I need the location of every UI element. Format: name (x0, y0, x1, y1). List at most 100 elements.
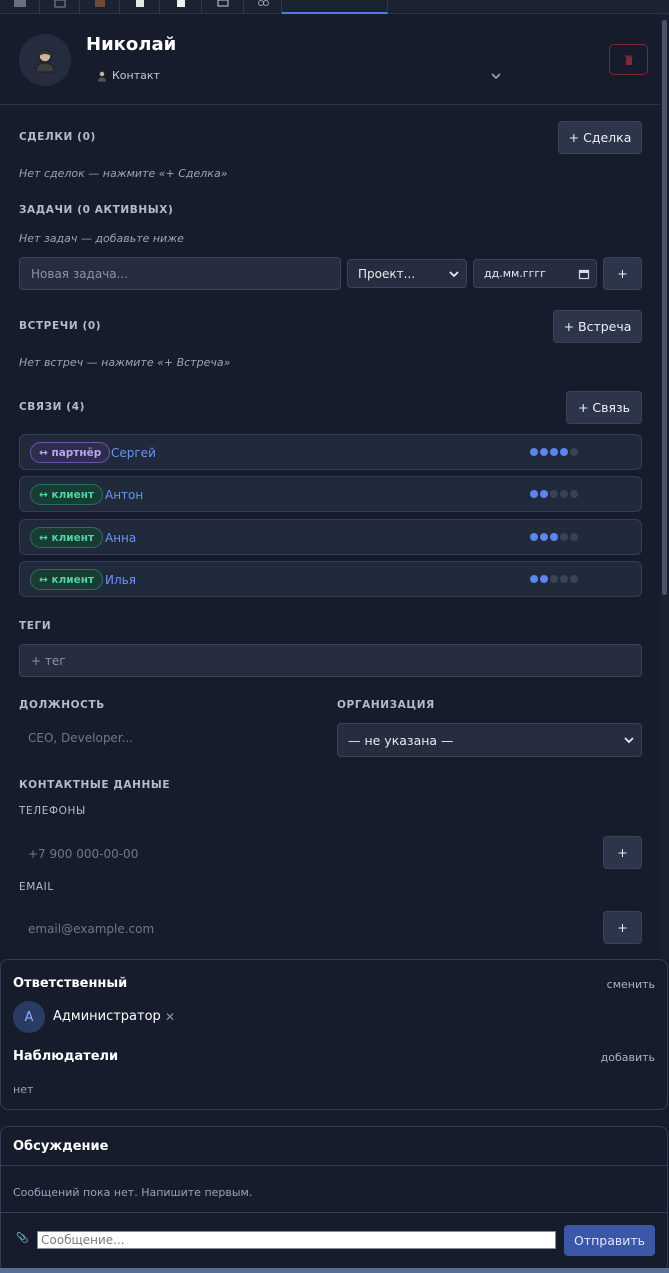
add-phone-button[interactable]: + (603, 836, 642, 869)
link-row-0[interactable]: ↔ партнёр Сергей (19, 434, 642, 470)
tab-6[interactable] (202, 0, 244, 14)
tasks-empty-hint: Нет задач — добавьте ниже (19, 232, 184, 245)
watchers-empty: нет (13, 1083, 34, 1096)
link-row-2[interactable]: ↔ клиент Анна (19, 519, 642, 555)
watchers-title: Наблюдатели (13, 1049, 119, 1064)
link-type-badge: ↔ клиент (30, 527, 104, 548)
strength-dot (560, 448, 568, 456)
position-input[interactable]: CEO, Developer... (28, 731, 133, 745)
chevron-down-icon (449, 271, 459, 278)
link-person-name[interactable]: Анна (105, 531, 136, 545)
discussion-empty: Сообщений пока нет. Напишите первым. (13, 1186, 253, 1199)
deals-label: СДЕЛКИ (0) (19, 131, 96, 143)
send-button[interactable]: Отправить (564, 1225, 655, 1256)
organization-value: — не указана — (348, 732, 454, 748)
note-icon (176, 0, 185, 7)
organization-select[interactable]: — не указана — (337, 723, 642, 757)
trash-icon (624, 55, 633, 65)
bottom-edge (0, 1268, 669, 1273)
link-strength (530, 575, 578, 583)
strength-dot (570, 490, 578, 498)
link-type-badge: ↔ клиент (30, 484, 104, 505)
add-task-button[interactable]: + (603, 257, 642, 290)
contact-type-label: Контакт (112, 69, 160, 82)
link-strength (530, 533, 578, 541)
change-responsible-link[interactable]: сменить (607, 978, 655, 991)
link-person-name[interactable]: Илья (105, 573, 136, 587)
new-task-input[interactable]: Новая задача... (19, 257, 341, 290)
briefcase-icon (94, 0, 105, 7)
divider (1, 1165, 667, 1166)
strength-dot (570, 533, 578, 541)
link-strength (530, 490, 578, 498)
strength-dot (530, 490, 538, 498)
tab-7[interactable] (244, 0, 282, 14)
top-tab-strip (0, 0, 669, 14)
add-email-button[interactable]: + (603, 911, 642, 944)
contact-type-select[interactable]: Контакт (96, 69, 160, 82)
tab-2[interactable] (40, 0, 80, 14)
strength-dot (530, 448, 538, 456)
task-date-placeholder: дд.мм.гггг (484, 267, 546, 280)
tab-5[interactable] (160, 0, 202, 14)
responsible-user: Администратор (53, 1009, 161, 1024)
tag-input[interactable]: + тег (19, 644, 642, 677)
strength-dot (530, 533, 538, 541)
email-label: EMAIL (19, 881, 54, 893)
tags-label: ТЕГИ (19, 620, 52, 632)
chevron-down-icon (624, 737, 634, 744)
strength-dot (560, 533, 568, 541)
add-link-button[interactable]: + Связь (566, 391, 642, 424)
calendar-icon[interactable] (578, 268, 590, 280)
strength-dot (560, 490, 568, 498)
link-row-3[interactable]: ↔ клиент Илья (19, 561, 642, 597)
email-input[interactable]: email@example.com (28, 922, 154, 936)
folder-icon (13, 0, 26, 7)
link-type-badge: ↔ партнёр (30, 442, 111, 463)
links-label: СВЯЗИ (4) (19, 401, 86, 413)
responsible-card: Ответственный сменить А Администратор ✕ … (0, 959, 668, 1110)
strength-dot (570, 448, 578, 456)
contact-name: Николай (86, 34, 177, 55)
tab-1[interactable] (0, 0, 40, 14)
contact-avatar (19, 34, 71, 86)
attach-icon[interactable]: 📎 (16, 1233, 28, 1244)
task-project-select[interactable]: Проект... (347, 259, 467, 288)
responsible-title: Ответственный (13, 976, 128, 991)
strength-dot (570, 575, 578, 583)
strength-dot (550, 490, 558, 498)
add-watcher-link[interactable]: добавить (601, 1051, 655, 1064)
contact-data-label: КОНТАКТНЫЕ ДАННЫЕ (19, 779, 171, 791)
task-date-input[interactable]: дд.мм.гггг (473, 259, 597, 288)
tab-3[interactable] (80, 0, 120, 14)
document-icon (135, 0, 144, 7)
strength-dot (550, 533, 558, 541)
add-meeting-button[interactable]: + Встреча (553, 310, 642, 343)
strength-dot (530, 575, 538, 583)
position-label: ДОЛЖНОСТЬ (19, 699, 105, 711)
delete-button[interactable] (609, 44, 648, 75)
tasks-label: ЗАДАЧИ (0 АКТИВНЫХ) (19, 204, 174, 216)
remove-responsible-icon[interactable]: ✕ (165, 1010, 175, 1024)
link-person-name[interactable]: Сергей (111, 446, 156, 460)
strength-dot (540, 575, 548, 583)
strength-dot (540, 533, 548, 541)
link-person-name[interactable]: Антон (105, 488, 143, 502)
chevron-down-icon[interactable] (488, 68, 504, 84)
phones-label: ТЕЛЕФОНЫ (19, 805, 86, 817)
meetings-empty-hint: Нет встреч — нажмите «+ Встреча» (19, 356, 231, 369)
tab-4[interactable] (120, 0, 160, 14)
phone-input[interactable]: +7 900 000-00-00 (28, 847, 138, 861)
discussion-title: Обсуждение (13, 1139, 109, 1154)
people-icon (257, 0, 269, 6)
message-input[interactable]: Сообщение... (37, 1231, 556, 1249)
avatar: А (13, 1001, 45, 1033)
link-strength (530, 448, 578, 456)
link-row-1[interactable]: ↔ клиент Антон (19, 476, 642, 512)
divider (1, 1212, 667, 1213)
person-small-icon (98, 70, 106, 81)
add-deal-button[interactable]: + Сделка (558, 121, 642, 154)
organization-label: ОРГАНИЗАЦИЯ (337, 699, 435, 711)
tab-8-active[interactable] (282, 0, 388, 14)
scrollbar-thumb[interactable] (662, 20, 667, 595)
